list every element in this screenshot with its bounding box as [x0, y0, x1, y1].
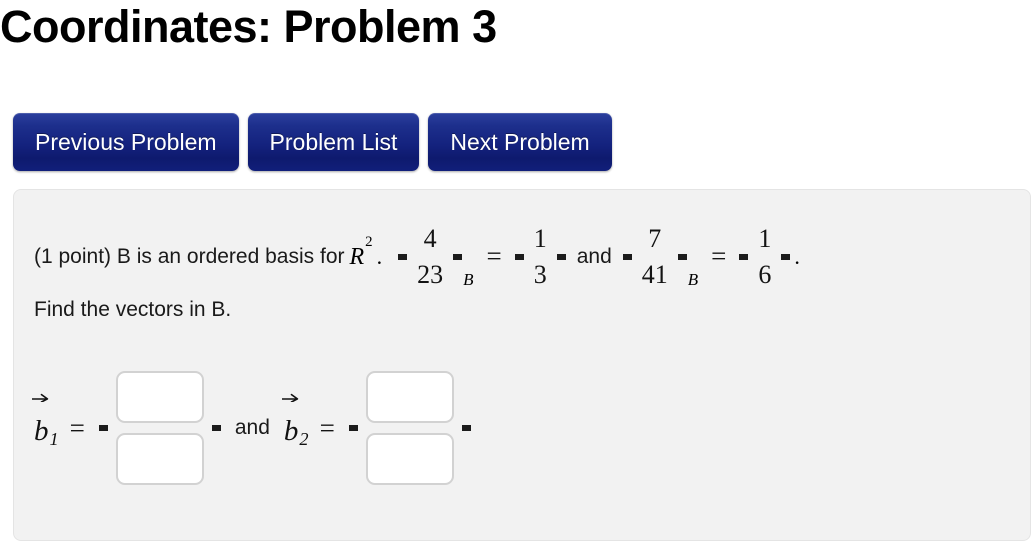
equation1-rhs-bottom: 3	[533, 259, 547, 289]
r-symbol-letter: R	[349, 243, 365, 270]
b2-vector-label: b 2	[281, 393, 309, 449]
b2-equals-sign: =	[319, 412, 335, 443]
problem-instruction: Find the vectors in B.	[34, 298, 232, 321]
problem-panel: (1 point) B is an ordered basis for R2 .…	[13, 189, 1031, 541]
previous-problem-button[interactable]: Previous Problem	[13, 113, 239, 171]
statement-final-period: .	[794, 243, 800, 269]
b1-index: 1	[49, 428, 59, 449]
r-squared-symbol: R2	[349, 234, 373, 271]
points-and-basis-text: (1 point) B is an ordered basis for	[34, 244, 345, 268]
navigation-button-row: Previous Problem Problem List Next Probl…	[13, 113, 612, 171]
equation2-lhs-bottom: 41	[641, 259, 668, 289]
equation2-lhs-top: 7	[648, 224, 662, 253]
equation1-lhs-bottom: 23	[417, 259, 444, 289]
statement-period: .	[376, 243, 383, 269]
b1-answer-vector	[98, 365, 221, 491]
b1-equals-sign: =	[69, 412, 85, 443]
equation2-rhs-vector: 1 6	[739, 218, 791, 296]
b2-component-1-input[interactable]	[365, 371, 454, 423]
problem-page: Coordinates: Problem 3 Previous Problem …	[0, 0, 1031, 550]
equation2-equals-sign: =	[711, 241, 727, 272]
equation1-lhs-top: 4	[423, 224, 437, 253]
b1-answer-entries	[108, 365, 212, 491]
equation2-rhs-top: 1	[758, 224, 772, 253]
b1-symbol: b	[34, 414, 49, 447]
equation2-lhs-entries: 7 41	[632, 218, 678, 296]
b1-component-2-input[interactable]	[115, 433, 204, 485]
problem-panel-inner: (1 point) B is an ordered basis for R2 .…	[14, 190, 1030, 540]
b2-component-2-input[interactable]	[365, 433, 454, 485]
b2-index: 2	[299, 428, 309, 449]
b1-symbol-with-arrow: b	[32, 393, 49, 448]
statement-conjunction: and	[576, 244, 612, 268]
problem-list-button[interactable]: Problem List	[247, 113, 420, 171]
b2-answer-vector	[348, 365, 471, 491]
equation2-rhs-bottom: 6	[758, 259, 772, 289]
equation2-basis-subscript: B	[687, 269, 699, 289]
vector-arrow-icon	[281, 393, 299, 403]
r-symbol-exponent: 2	[365, 233, 373, 250]
b1-vector-label: b 1	[32, 393, 59, 449]
answer-row: b 1 = and b 2 =	[32, 365, 471, 491]
page-title: Coordinates: Problem 3	[0, 1, 497, 52]
equation2-rhs-entries: 1 6	[748, 218, 781, 296]
equation2-lhs-vector: 7 41 B	[622, 218, 699, 296]
equation1-equals-sign: =	[486, 241, 502, 272]
b2-symbol-with-arrow: b	[281, 393, 299, 448]
equation1-rhs-entries: 1 3	[524, 218, 557, 296]
b2-answer-entries	[358, 365, 462, 491]
b2-symbol: b	[283, 414, 299, 447]
equation1-lhs-vector: 4 23 B	[398, 218, 474, 296]
equation1-lhs-entries: 4 23	[407, 218, 453, 296]
vector-arrow-icon	[32, 393, 49, 403]
problem-statement-line: (1 point) B is an ordered basis for R2 .…	[34, 218, 800, 296]
b1-component-1-input[interactable]	[115, 371, 204, 423]
next-problem-button[interactable]: Next Problem	[428, 113, 612, 171]
answer-conjunction: and	[234, 416, 270, 439]
equation1-basis-subscript: B	[463, 269, 474, 289]
equation1-rhs-top: 1	[533, 224, 547, 253]
equation1-rhs-vector: 1 3	[514, 218, 566, 296]
